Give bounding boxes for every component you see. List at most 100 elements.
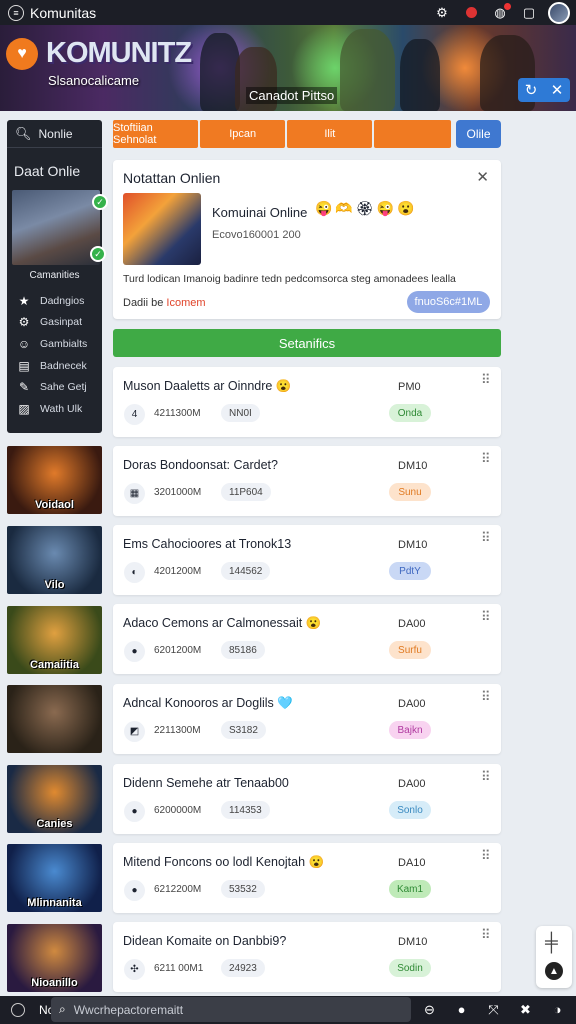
item-avatar: ▦ [124, 483, 145, 504]
list-item[interactable]: Didenn Semehe atr Tenaab00 DA00 ⠿ ● 6200000M… [113, 764, 501, 834]
sidebar-item[interactable]: ▨ Wath Ulk [17, 398, 101, 420]
chat-icon[interactable]: ◍ [491, 2, 511, 22]
tile-label: Vilo [44, 579, 65, 591]
game-tile[interactable]: Mlinnanita [7, 844, 102, 912]
status-badge[interactable]: Onda [389, 404, 431, 422]
document-icon: ▤ [18, 358, 30, 373]
app-title: Komunitas [30, 4, 97, 21]
close-icon[interactable]: ✕ [551, 81, 564, 99]
start-icon[interactable] [11, 1003, 25, 1017]
online-button[interactable]: Olile [456, 120, 501, 148]
notification-emojis: 😜🫶🏵😜😮 [315, 200, 418, 216]
item-date: DM10 [398, 460, 428, 472]
chat-icon[interactable]: ⊖ [420, 1000, 439, 1019]
list-item[interactable]: Ems Cahocioores at Tronok13 DM10 ⠿ ◐ 4201200… [113, 525, 501, 595]
list-item[interactable]: Didean Komaite on Danbbi9? DM10 ⠿ ✣ 6211 00M… [113, 922, 501, 992]
list-item[interactable]: Adncal Konooros ar Doglils 🩵 DA00 ⠿ ◩ 221130… [113, 684, 501, 754]
up-icon[interactable]: ▲ [545, 962, 563, 980]
item-title: Mitend Foncons oo lodl Kenojtah 😮 [123, 855, 325, 869]
game-tile[interactable]: Canies [7, 765, 102, 833]
banner-logo: KOMUNITZ [46, 37, 192, 69]
avatar[interactable] [548, 1, 570, 24]
headset-icon[interactable]: ◑ [548, 1000, 567, 1019]
item-badge: 24923 [221, 959, 265, 977]
game-tile[interactable]: Nioanillo [7, 924, 102, 992]
tile-label: Nioanillo [31, 977, 78, 989]
drag-handle-icon[interactable]: ⠿ [481, 770, 491, 783]
drag-handle-icon[interactable]: ⠿ [481, 452, 491, 465]
title-bar: ≡ Komunitas ⚙ ◍ ▢ [0, 0, 576, 25]
list-item[interactable]: Adaco Cemons ar Calmonessait 😮 DA00 ⠿ ● 6201… [113, 604, 501, 674]
tab-2[interactable]: Ipcan [200, 120, 286, 148]
status-badge[interactable]: Kam1 [389, 880, 431, 898]
list-item[interactable]: Doras Bondoonsat: Cardet? DM10 ⠿ ▦ 3201000M 1… [113, 446, 501, 516]
game-tile[interactable]: Camaiitia [7, 606, 102, 674]
drag-handle-icon[interactable]: ⠿ [481, 610, 491, 623]
tab-1[interactable]: Stoftiian Sehnolat [113, 120, 199, 148]
status-bar[interactable]: Setanifics [113, 329, 501, 357]
game-tile[interactable]: Voidaol [7, 446, 102, 514]
notification-icon[interactable] [462, 4, 480, 22]
pencil-icon: ✎ [18, 380, 30, 395]
banner-subtitle: Slsanocalicame [48, 73, 140, 88]
status-badge[interactable]: Surfu [389, 641, 431, 659]
status-badge[interactable]: Sonlo [389, 801, 431, 819]
gear-icon[interactable]: ⚙ [433, 4, 451, 22]
item-number: 6212200M [154, 884, 202, 895]
status-badge[interactable]: Sodin [389, 959, 431, 977]
tab-4[interactable] [374, 120, 451, 148]
item-number: 6201200M [154, 645, 202, 656]
notification-chip[interactable]: fnuoS6c#1ML [407, 291, 490, 313]
add-icon[interactable]: ╪ [545, 932, 558, 953]
sidebar-item-label: Wath Ulk [40, 402, 83, 415]
drag-handle-icon[interactable]: ⠿ [481, 373, 491, 386]
sidebar: 🔍︎ Nonlie Daat Onlie ✓ ✓ Camanities ★ Dad… [7, 120, 108, 433]
item-badge: 114353 [221, 801, 270, 819]
item-date: DM10 [398, 539, 428, 551]
globe-icon[interactable]: ● [452, 1000, 471, 1019]
status-badge[interactable]: Bajkn [389, 721, 431, 739]
drag-handle-icon[interactable]: ⠿ [481, 690, 491, 703]
list-item[interactable]: Mitend Foncons oo lodl Kenojtah 😮 DA10 ⠿ ● 6… [113, 843, 501, 913]
item-badge: 11P604 [221, 483, 271, 501]
sidebar-item[interactable]: ▤ Badnecek [17, 355, 101, 377]
image-icon: ▨ [18, 401, 30, 416]
sidebar-item[interactable]: ⚙ Gasinpat [17, 312, 101, 334]
tab-3[interactable]: Ilit [287, 120, 373, 148]
list-item[interactable]: Muson Daaletts ar Oinndre 😮 PM0 ⠿ 4 4211300M… [113, 367, 501, 437]
drag-handle-icon[interactable]: ⠿ [481, 531, 491, 544]
sidebar-item[interactable]: ★ Dadngios [17, 290, 101, 312]
sidebar-search[interactable]: 🔍︎ Nonlie [7, 120, 102, 148]
sidebar-item[interactable]: ☺ Gambialts [17, 333, 101, 355]
item-badge: 53532 [221, 880, 265, 898]
status-badge[interactable]: PdtY [389, 562, 431, 580]
item-title: Ems Cahocioores at Tronok13 [123, 537, 292, 551]
item-avatar: ◩ [124, 721, 145, 742]
game-tile[interactable]: Vilo [7, 526, 102, 594]
sidebar-thumbnail[interactable] [12, 190, 100, 265]
item-date: DA00 [398, 618, 426, 630]
share-icon[interactable]: ⤧ [484, 1000, 503, 1019]
item-date: DA00 [398, 698, 426, 710]
window-icon[interactable]: ▢ [520, 4, 538, 22]
item-avatar: ● [124, 801, 145, 822]
item-date: DA10 [398, 857, 426, 869]
gear-icon: ⚙ [18, 315, 30, 330]
puzzle-icon[interactable]: ✖ [516, 1000, 535, 1019]
close-icon[interactable]: ✕ [476, 168, 489, 186]
sidebar-item-label: Badnecek [40, 359, 87, 372]
game-tile[interactable] [7, 685, 102, 753]
sidebar-item-label: Sahe Getj [40, 381, 87, 394]
bottom-search[interactable]: ⌕ Wwcrhepactoremaitt [51, 997, 411, 1022]
item-number: 6200000M [154, 805, 202, 816]
sidebar-item[interactable]: ✎ Sahe Getj [17, 376, 101, 398]
item-date: DA00 [398, 778, 426, 790]
menu-icon[interactable]: ≡ [8, 4, 24, 21]
drag-handle-icon[interactable]: ⠿ [481, 928, 491, 941]
status-badge[interactable]: Sunu [389, 483, 431, 501]
item-number: 3201000M [154, 487, 202, 498]
byline-link[interactable]: Icomem [166, 297, 205, 309]
drag-handle-icon[interactable]: ⠿ [481, 849, 491, 862]
notification-description: Turd lodican Imanoig badinre tedn pedcom… [123, 273, 456, 285]
refresh-icon[interactable]: ↻ [525, 81, 538, 99]
